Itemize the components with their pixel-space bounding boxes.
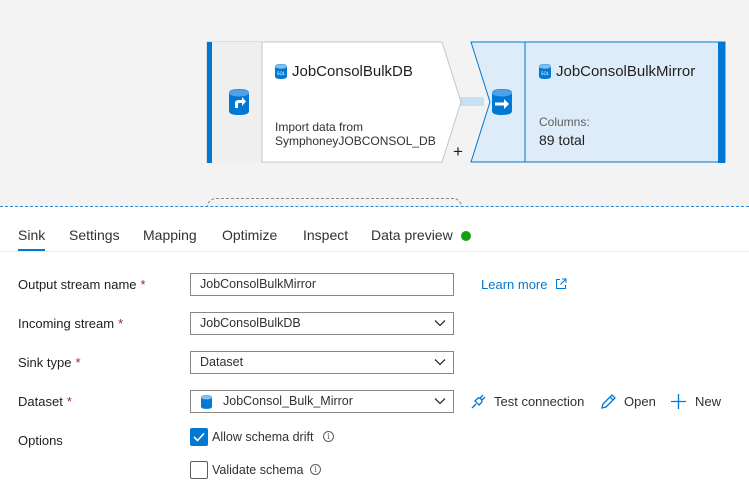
tab-data-preview[interactable]: Data preview bbox=[371, 227, 453, 243]
info-icon[interactable]: i bbox=[323, 431, 334, 442]
source-node-title: JobConsolBulkDB bbox=[292, 63, 413, 80]
allow-schema-drift-label: Allow schema drift bbox=[212, 430, 314, 444]
data-flow-canvas[interactable]: SQL SQL JobConsolBulkDB Import data from… bbox=[0, 0, 749, 207]
test-connection-label: Test connection bbox=[494, 394, 585, 409]
open-label: Open bbox=[624, 394, 656, 409]
sql-database-icon bbox=[201, 395, 212, 409]
dataset-label: Dataset * bbox=[18, 394, 72, 409]
source-node-description-line2: SymphoneyJOBCONSOL_DB bbox=[275, 134, 436, 148]
sql-database-icon: SQL bbox=[275, 64, 287, 79]
checkmark-icon bbox=[193, 432, 205, 442]
chevron-down-icon bbox=[434, 320, 446, 327]
sink-node-columns-label: Columns: bbox=[539, 115, 590, 129]
validate-schema-checkbox[interactable] bbox=[190, 461, 208, 479]
sink-node-title: JobConsolBulkMirror bbox=[556, 63, 696, 80]
new-dataset-button[interactable]: New bbox=[670, 393, 725, 411]
sql-database-icon: SQL bbox=[539, 64, 551, 79]
sink-type-value: Dataset bbox=[200, 355, 244, 369]
incoming-stream-label: Incoming stream * bbox=[18, 316, 124, 331]
output-stream-name-input[interactable]: JobConsolBulkMirror bbox=[190, 273, 454, 296]
svg-text:SQL: SQL bbox=[541, 71, 550, 76]
options-label: Options bbox=[18, 433, 63, 448]
chevron-down-icon bbox=[434, 359, 446, 366]
tab-bar: Sink Settings Mapping Optimize Inspect D… bbox=[0, 212, 749, 252]
open-dataset-button[interactable]: Open bbox=[600, 393, 660, 411]
incoming-stream-select[interactable]: JobConsolBulkDB bbox=[190, 312, 454, 335]
database-import-icon bbox=[229, 89, 249, 115]
dataset-select[interactable]: JobConsol_Bulk_Mirror bbox=[190, 390, 454, 413]
dataset-value: JobConsol_Bulk_Mirror bbox=[223, 394, 353, 408]
canvas-divider bbox=[0, 206, 749, 207]
sink-type-label: Sink type * bbox=[18, 355, 81, 370]
add-transformation-button[interactable]: + bbox=[453, 143, 463, 160]
new-label: New bbox=[695, 394, 722, 409]
validate-schema-label: Validate schema bbox=[212, 463, 304, 477]
sink-type-select[interactable]: Dataset bbox=[190, 351, 454, 374]
tab-inspect[interactable]: Inspect bbox=[303, 227, 348, 243]
external-link-icon bbox=[556, 278, 567, 289]
connector-line bbox=[458, 97, 484, 106]
learn-more-link[interactable]: Learn more bbox=[481, 277, 567, 292]
tab-sink[interactable]: Sink bbox=[18, 227, 45, 243]
tab-optimize[interactable]: Optimize bbox=[222, 227, 277, 243]
database-export-icon bbox=[492, 89, 512, 115]
tab-mapping[interactable]: Mapping bbox=[143, 227, 197, 243]
pencil-icon bbox=[601, 394, 616, 409]
test-connection-button[interactable]: Test connection bbox=[470, 393, 586, 411]
source-node-description-line1: Import data from bbox=[275, 120, 364, 134]
allow-schema-drift-checkbox[interactable] bbox=[190, 428, 208, 446]
incoming-stream-value: JobConsolBulkDB bbox=[200, 316, 301, 330]
info-icon[interactable]: i bbox=[310, 464, 321, 475]
svg-text:SQL: SQL bbox=[277, 71, 286, 76]
sink-node-columns-value: 89 total bbox=[539, 132, 585, 148]
nodes-layer: SQL SQL bbox=[206, 41, 726, 163]
plus-icon bbox=[671, 394, 686, 409]
active-tab-indicator bbox=[18, 249, 45, 251]
plug-icon bbox=[471, 394, 486, 409]
output-stream-name-label: Output stream name * bbox=[18, 277, 146, 292]
chevron-down-icon bbox=[434, 398, 446, 405]
data-preview-status-badge bbox=[461, 231, 471, 241]
tab-settings[interactable]: Settings bbox=[69, 227, 120, 243]
